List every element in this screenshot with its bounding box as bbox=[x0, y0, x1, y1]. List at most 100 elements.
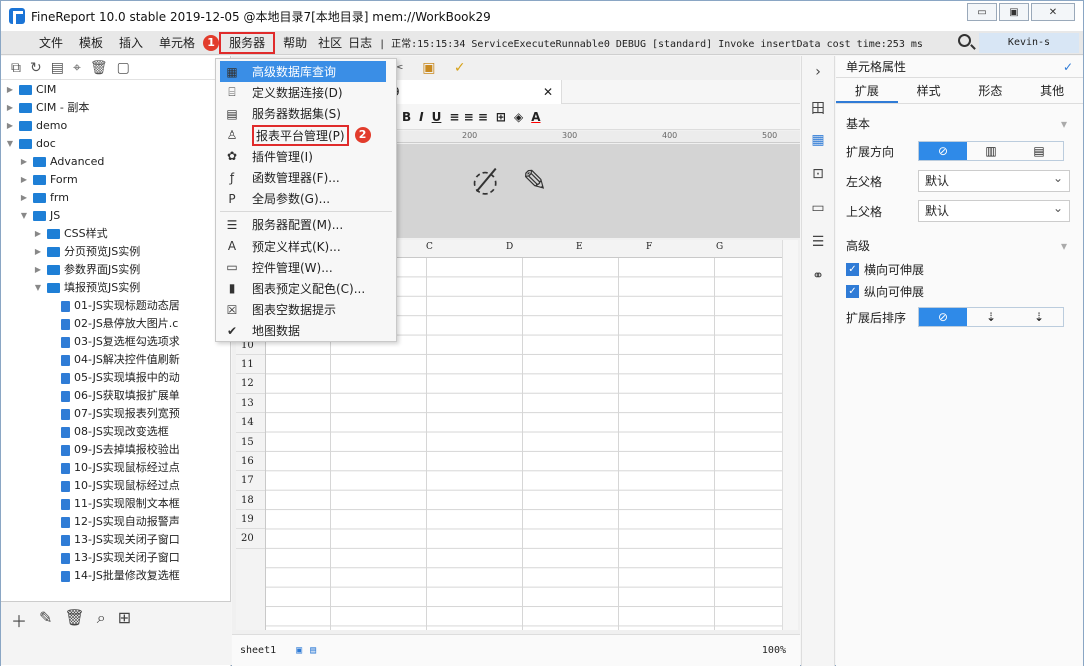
tree-file[interactable]: 06-JS获取填报扩展单 bbox=[1, 387, 231, 405]
row-number[interactable]: 11 bbox=[236, 355, 265, 375]
advanced-section[interactable]: 高级 bbox=[836, 234, 1083, 258]
tree-folder[interactable]: ▶ Advanced bbox=[1, 153, 231, 171]
tree-folder[interactable]: ▶ CIM bbox=[1, 81, 231, 99]
new-folder-icon[interactable]: ⧉ bbox=[11, 60, 21, 76]
add-form-sheet-icon[interactable]: ▤ bbox=[310, 645, 316, 656]
tree-file[interactable]: 03-JS复选框勾选项求 bbox=[1, 333, 231, 351]
add-dataset-icon[interactable]: ＋ bbox=[11, 608, 27, 632]
col-header-e[interactable]: E bbox=[576, 242, 583, 252]
server-menu-item[interactable]: ✿ 插件管理(I) bbox=[216, 146, 396, 167]
trash-icon[interactable]: 🗑 bbox=[64, 608, 84, 632]
search-icon[interactable] bbox=[958, 34, 971, 47]
condition-icon[interactable]: ▭ bbox=[802, 200, 834, 222]
row-number[interactable]: 12 bbox=[236, 374, 265, 394]
expanded-arrow-icon[interactable]: ▼ bbox=[5, 135, 15, 153]
hide-eye-icon[interactable]: ◌̸ bbox=[472, 164, 498, 199]
tree-folder[interactable]: ▶ Form bbox=[1, 171, 231, 189]
collapsed-arrow-icon[interactable]: ▶ bbox=[33, 243, 43, 261]
sheet-tab[interactable]: sheet1 bbox=[240, 645, 276, 656]
server-menu-item[interactable]: ✔ 地图数据 bbox=[216, 320, 396, 341]
menu-help[interactable]: 帮助 bbox=[275, 32, 315, 54]
delete-icon[interactable]: 🗑 bbox=[90, 60, 108, 76]
italic-icon[interactable]: I bbox=[419, 110, 423, 124]
underline-icon[interactable]: U bbox=[432, 110, 442, 124]
col-header-c[interactable]: C bbox=[426, 242, 433, 252]
vertical-scrollbar[interactable] bbox=[782, 240, 798, 630]
tree-folder[interactable]: ▼ JS bbox=[1, 207, 231, 225]
tab-expand[interactable]: 扩展 bbox=[836, 78, 898, 103]
tree-file[interactable]: 01-JS实现标题动态居 bbox=[1, 297, 231, 315]
tree-folder[interactable]: ▶ CSS样式 bbox=[1, 225, 231, 243]
tab-style[interactable]: 样式 bbox=[898, 78, 960, 103]
collapse-icon[interactable]: ▢ bbox=[117, 60, 130, 76]
row-number[interactable]: 15 bbox=[236, 433, 265, 452]
tree-folder[interactable]: ▶ 参数界面JS实例 bbox=[1, 261, 231, 279]
view-icon[interactable]: ▤ bbox=[51, 60, 64, 76]
preview-icon[interactable]: ⌕ bbox=[97, 608, 106, 632]
tree-file[interactable]: 10-JS实现鼠标经过点 bbox=[1, 459, 231, 477]
sort-asc-icon[interactable]: ⇣ bbox=[967, 308, 1015, 326]
collapsed-arrow-icon[interactable]: ▶ bbox=[5, 117, 15, 135]
tab-other[interactable]: 其他 bbox=[1021, 78, 1083, 103]
minimize-button[interactable]: ▭ bbox=[967, 3, 997, 21]
cell-attr-icon[interactable]: 田 bbox=[802, 98, 834, 120]
tree-file[interactable]: 02-JS悬停放大图片.c bbox=[1, 315, 231, 333]
horizontal-expand-icon[interactable]: ▤ bbox=[1015, 142, 1063, 160]
server-menu-item[interactable]: P 全局参数(G)... bbox=[216, 188, 396, 209]
no-sort-icon[interactable]: ⊘ bbox=[919, 308, 967, 326]
left-parent-select[interactable]: 默认 bbox=[918, 168, 1070, 192]
collapsed-arrow-icon[interactable]: ▶ bbox=[33, 225, 43, 243]
tree-file[interactable]: 14-JS批量修改复选框 bbox=[1, 567, 231, 585]
expanded-arrow-icon[interactable]: ▼ bbox=[33, 279, 43, 297]
user-account[interactable]: Kevin-s bbox=[979, 33, 1079, 53]
server-menu-item[interactable]: ▦ 高级数据库查询 bbox=[220, 61, 386, 83]
row-number[interactable]: 17 bbox=[236, 471, 265, 491]
collapsed-arrow-icon[interactable]: ▶ bbox=[19, 189, 29, 207]
row-number[interactable]: 18 bbox=[236, 491, 265, 511]
tree-folder[interactable]: ▶ 分页预览JS实例 bbox=[1, 243, 231, 261]
collapsed-arrow-icon[interactable]: ▶ bbox=[5, 99, 15, 117]
collapsed-arrow-icon[interactable]: ▶ bbox=[19, 171, 29, 189]
layout-icon[interactable]: ☰ bbox=[802, 234, 834, 256]
server-menu-item[interactable]: ♙ 报表平台管理(P) 2 bbox=[216, 124, 396, 146]
server-menu-item[interactable]: ▭ 控件管理(W)... bbox=[216, 257, 396, 278]
row-number[interactable]: 19 bbox=[236, 510, 265, 530]
server-menu-item[interactable]: ƒ 函数管理器(F)... bbox=[216, 167, 396, 188]
tree-file[interactable]: 10-JS实现鼠标经过点 bbox=[1, 477, 231, 495]
server-menu-item[interactable]: ▤ 服务器数据集(S) bbox=[216, 103, 396, 124]
horizontal-stretch-checkbox[interactable]: ✓ 横向可伸展 bbox=[836, 258, 1083, 280]
server-menu-item[interactable]: ☒ 图表空数据提示 bbox=[216, 299, 396, 320]
edit-icon[interactable]: ✎ bbox=[39, 608, 52, 632]
tab-form[interactable]: 形态 bbox=[960, 78, 1022, 103]
server-menu-item[interactable]: ⌸ 定义数据连接(D) bbox=[216, 82, 396, 103]
menu-cell[interactable]: 单元格 bbox=[151, 32, 203, 54]
tree-folder[interactable]: ▼ doc bbox=[1, 135, 231, 153]
server-menu-item[interactable]: ▮ 图表预定义配色(C)... bbox=[216, 278, 396, 299]
dataset-icon[interactable]: ⊞ bbox=[118, 608, 131, 632]
expanded-arrow-icon[interactable]: ▼ bbox=[19, 207, 29, 225]
close-tab-icon[interactable]: ✕ bbox=[543, 80, 553, 104]
locate-icon[interactable]: ⌖ bbox=[73, 60, 81, 76]
menu-log[interactable]: 日志 bbox=[345, 32, 375, 54]
align-icon[interactable]: ≡ ≡ ≡ bbox=[449, 110, 488, 124]
col-header-f[interactable]: F bbox=[646, 242, 652, 252]
tree-file[interactable]: 13-JS实现关闭子窗口 bbox=[1, 549, 231, 567]
tree-file[interactable]: 04-JS解决控件值刷新 bbox=[1, 351, 231, 369]
link-icon[interactable]: ⚭ bbox=[802, 268, 834, 290]
vertical-stretch-checkbox[interactable]: ✓ 纵向可伸展 bbox=[836, 280, 1083, 302]
font-color-icon[interactable]: A bbox=[531, 110, 540, 124]
vertical-expand-icon[interactable]: ▥ bbox=[967, 142, 1015, 160]
menu-file[interactable]: 文件 bbox=[31, 32, 71, 54]
maximize-button[interactable]: ▣ bbox=[999, 3, 1029, 21]
refresh-icon[interactable]: ↻ bbox=[30, 60, 42, 76]
server-menu-item[interactable]: A 预定义样式(K)... bbox=[216, 236, 396, 257]
zoom-level[interactable]: 100% bbox=[762, 645, 786, 656]
tree-file[interactable]: 08-JS实现改变选框 bbox=[1, 423, 231, 441]
tree-folder[interactable]: ▼ 填报预览JS实例 bbox=[1, 279, 231, 297]
tree-file[interactable]: 07-JS实现报表列宽预 bbox=[1, 405, 231, 423]
row-number[interactable]: 16 bbox=[236, 452, 265, 472]
border-icon[interactable]: ⊞ bbox=[496, 110, 506, 124]
format-painter-icon[interactable]: ✓ bbox=[454, 60, 466, 76]
top-parent-select[interactable]: 默认 bbox=[918, 198, 1070, 222]
collapsed-arrow-icon[interactable]: ▶ bbox=[33, 261, 43, 279]
